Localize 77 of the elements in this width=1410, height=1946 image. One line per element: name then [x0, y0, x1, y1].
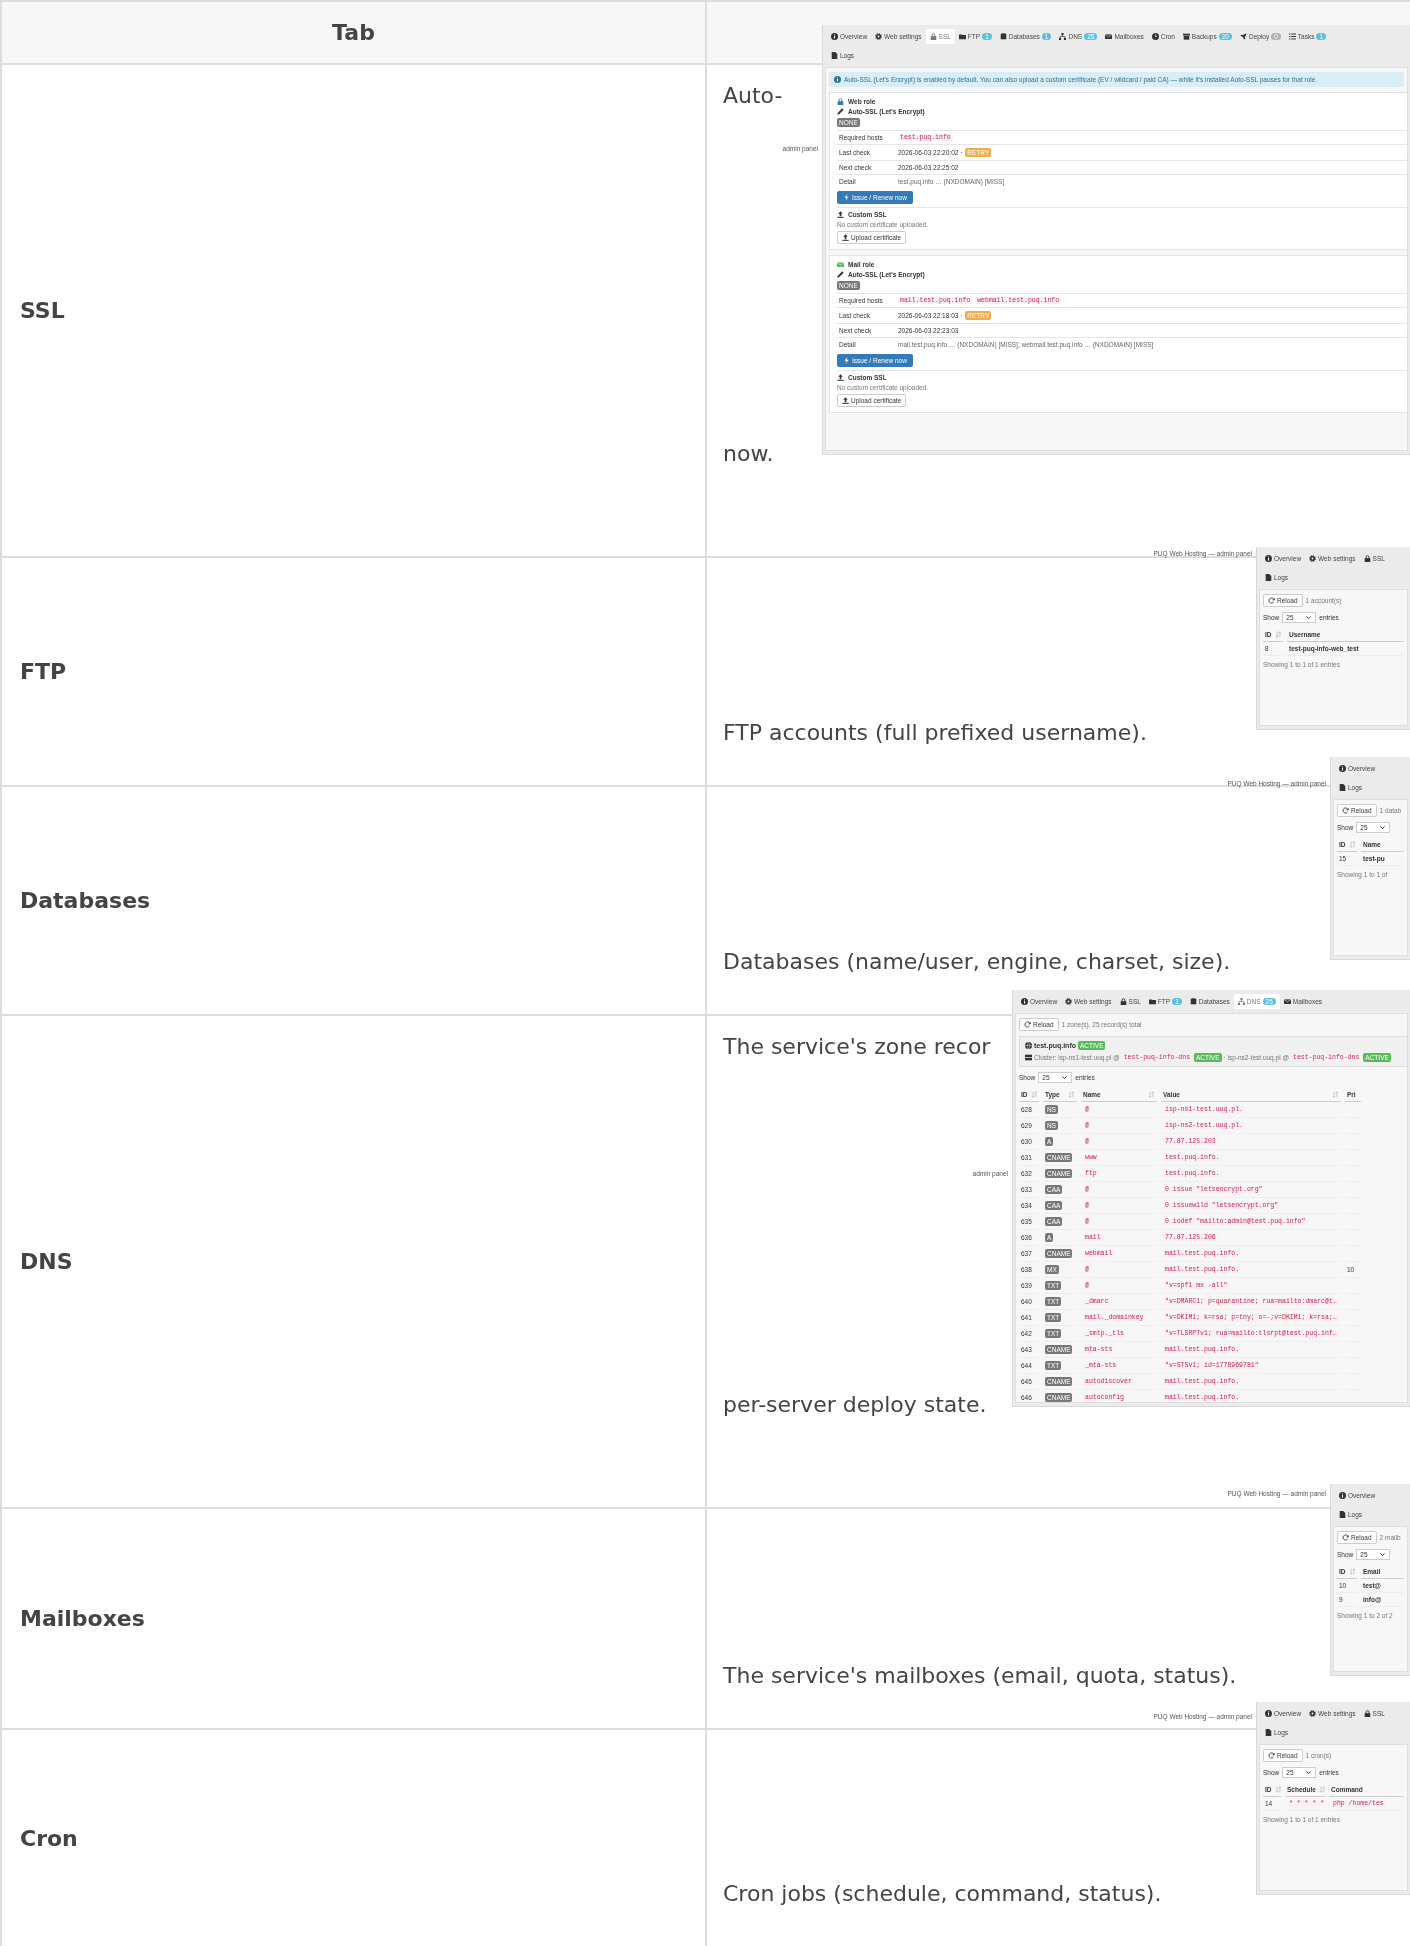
description-text: now.	[723, 441, 774, 466]
description-text: Databases (name/user, engine, charset, size).	[723, 949, 1231, 974]
refresh-icon	[1342, 807, 1349, 814]
bolt-icon	[843, 357, 850, 364]
caret-icon	[1305, 614, 1313, 621]
tab-name: SSL	[20, 298, 65, 323]
file-icon	[831, 52, 838, 59]
gear-icon	[1309, 555, 1317, 562]
info-icon	[1339, 1492, 1346, 1499]
server-icon	[1025, 1054, 1032, 1061]
lock-icon	[1363, 555, 1371, 562]
sort-icon	[1348, 841, 1356, 848]
tab-name: Cron	[20, 1825, 78, 1851]
description-text: Auto-	[723, 83, 783, 108]
file-icon	[1265, 1729, 1272, 1736]
info-icon	[1021, 998, 1028, 1005]
info-icon	[1265, 555, 1272, 562]
sort-icon	[1318, 1786, 1326, 1793]
caret-icon	[1379, 824, 1387, 831]
file-icon	[1339, 784, 1346, 791]
lock-icon	[929, 33, 937, 40]
sort-icon	[1030, 1091, 1038, 1098]
caret-icon	[1061, 1074, 1069, 1081]
database-icon	[1189, 998, 1197, 1005]
file-icon	[1339, 1511, 1346, 1518]
info-icon	[834, 76, 841, 83]
refresh-icon	[1342, 1534, 1349, 1541]
folder-icon	[1148, 998, 1156, 1005]
gear-icon	[1309, 1710, 1317, 1717]
refresh-icon	[1268, 1752, 1275, 1759]
info-icon	[831, 33, 838, 40]
tab-name: Databases	[20, 888, 151, 913]
tab-name: FTP	[20, 659, 67, 684]
upload-icon	[842, 397, 849, 404]
folder-icon	[958, 33, 966, 40]
lock-icon	[1363, 1710, 1371, 1717]
caret-icon	[1305, 1769, 1313, 1776]
bolt-icon	[843, 194, 850, 201]
sort-icon	[1348, 1568, 1356, 1575]
file-icon	[1265, 574, 1272, 581]
info-icon	[1339, 765, 1346, 772]
list-icon	[1288, 33, 1296, 40]
archive-icon	[1182, 33, 1190, 40]
upload-icon	[837, 211, 844, 218]
sort-icon	[1068, 1091, 1075, 1098]
envelope-icon	[837, 261, 844, 268]
sort-icon	[1274, 631, 1282, 638]
envelope-icon	[1283, 998, 1291, 1005]
sort-icon	[1148, 1091, 1155, 1098]
upload-icon	[842, 234, 849, 241]
refresh-icon	[1024, 1021, 1031, 1028]
sitemap-icon	[1059, 33, 1067, 40]
refresh-icon	[1268, 597, 1275, 604]
sort-icon	[1332, 1091, 1339, 1098]
pencil-icon	[837, 108, 844, 115]
sitemap-icon	[1237, 998, 1245, 1005]
pencil-icon	[837, 271, 844, 278]
upload-icon	[837, 374, 844, 381]
globe-icon	[1025, 1042, 1032, 1049]
envelope-icon	[1105, 33, 1113, 40]
description-text: per-server deploy state.	[723, 1392, 987, 1417]
tab-name: Mailboxes	[20, 1606, 145, 1631]
database-icon	[999, 33, 1007, 40]
lock-icon	[1119, 998, 1127, 1005]
gear-icon	[875, 33, 883, 40]
lock-icon	[837, 98, 844, 105]
description-text: The service's mailboxes (email, quota, status).	[723, 1663, 1237, 1688]
gear-icon	[1065, 998, 1073, 1005]
caret-icon	[1379, 1551, 1387, 1558]
sort-icon	[1274, 1786, 1282, 1793]
description-text: The service's zone recor	[723, 1034, 991, 1059]
clock-icon	[1151, 33, 1159, 40]
description-text: Cron jobs (schedule, command, status).	[723, 1881, 1162, 1906]
tab-name: DNS	[20, 1249, 73, 1274]
description-text: FTP accounts (full prefixed username).	[723, 720, 1147, 745]
column-header: Tab	[332, 20, 375, 45]
info-icon	[1265, 1710, 1272, 1717]
